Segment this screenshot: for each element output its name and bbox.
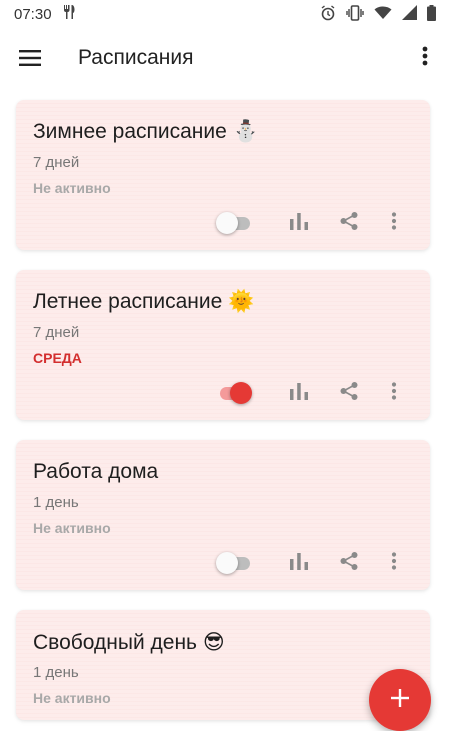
fork-knife-icon (62, 4, 76, 24)
schedule-card[interactable]: Летнее расписание 🌞 7 дней СРЕДА (16, 270, 430, 420)
share-button[interactable] (324, 378, 374, 408)
app-bar: Расписания (0, 28, 450, 88)
schedule-title: Работа дома (33, 460, 159, 483)
schedule-days: 7 дней (33, 324, 80, 341)
schedule-card[interactable]: Работа дома 1 день Не активно (16, 440, 430, 590)
share-icon (339, 551, 359, 576)
status-time: 07:30 (14, 5, 52, 23)
card-more-button[interactable] (374, 378, 414, 408)
schedule-days: 1 день (33, 494, 79, 511)
more-vert-icon (391, 551, 397, 575)
statistics-button[interactable] (274, 548, 324, 578)
statistics-button[interactable] (274, 378, 324, 408)
statistics-button[interactable] (274, 208, 324, 238)
schedule-card[interactable]: Свободный день 😎 1 день Не активно (16, 610, 430, 720)
schedule-status: Не активно (33, 520, 111, 536)
share-button[interactable] (324, 548, 374, 578)
schedule-active-toggle[interactable] (216, 381, 252, 405)
card-actions (216, 208, 414, 238)
card-actions (216, 548, 414, 578)
bar-chart-icon (289, 552, 309, 575)
hamburger-menu-icon (19, 50, 41, 66)
page-title: Расписания (78, 46, 194, 69)
share-icon (339, 211, 359, 236)
schedule-active-toggle[interactable] (216, 551, 252, 575)
schedule-title: Свободный день 😎 (33, 631, 225, 654)
status-bar: 07:30 (0, 0, 450, 28)
schedule-title: Зимнее расписание ⛄ (33, 120, 259, 143)
more-vert-icon (391, 381, 397, 405)
schedule-days: 7 дней (33, 154, 80, 171)
add-schedule-button[interactable] (369, 669, 431, 731)
signal-icon (402, 5, 417, 23)
schedule-status: СРЕДА (33, 350, 82, 366)
schedule-title: Летнее расписание 🌞 (33, 290, 255, 313)
vibrate-icon (346, 4, 364, 24)
bar-chart-icon (289, 212, 309, 235)
plus-icon (391, 688, 409, 712)
schedule-active-toggle[interactable] (216, 211, 252, 235)
more-vert-icon (391, 211, 397, 235)
battery-icon (427, 4, 436, 24)
wifi-icon (374, 5, 392, 23)
share-button[interactable] (324, 208, 374, 238)
card-actions (216, 378, 414, 408)
menu-button[interactable] (2, 28, 58, 88)
card-more-button[interactable] (374, 548, 414, 578)
schedule-card[interactable]: Зимнее расписание ⛄ 7 дней Не активно (16, 100, 430, 250)
status-left: 07:30 (14, 4, 76, 24)
card-more-button[interactable] (374, 208, 414, 238)
schedule-status: Не активно (33, 690, 111, 706)
status-right (320, 4, 436, 24)
schedule-days: 1 день (33, 664, 79, 681)
schedule-status: Не активно (33, 180, 111, 196)
share-icon (339, 381, 359, 406)
overflow-menu-button[interactable] (400, 28, 450, 88)
bar-chart-icon (289, 382, 309, 405)
alarm-icon (320, 4, 336, 24)
more-vert-icon (422, 46, 428, 71)
